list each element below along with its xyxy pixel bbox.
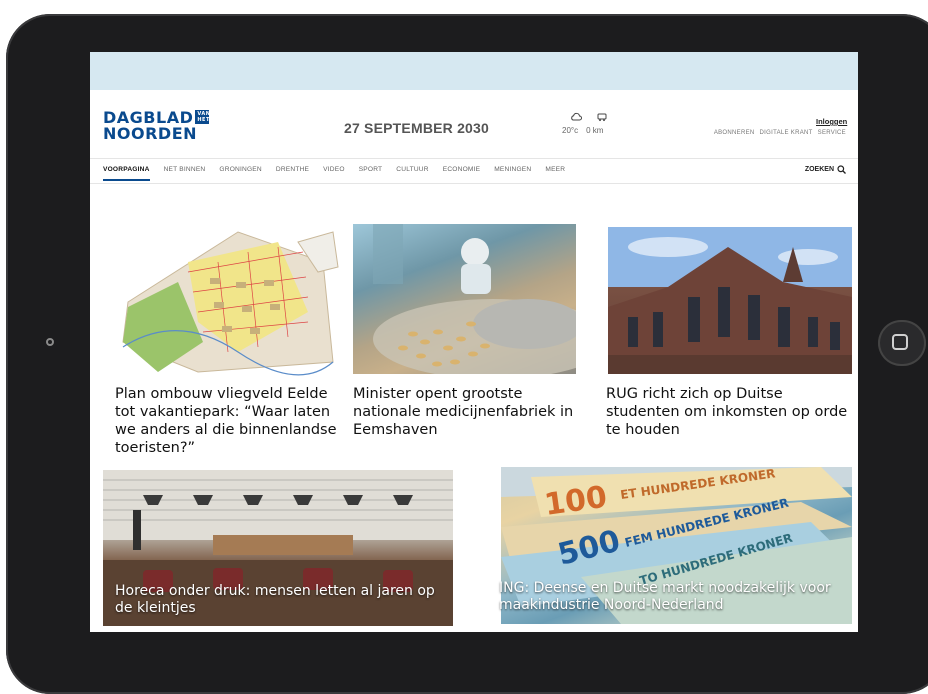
home-square-icon — [892, 334, 908, 350]
main-nav: VOORPAGINA NET BINNEN GRONINGEN DRENTHE … — [90, 158, 858, 184]
nav-item-meningen[interactable]: MENINGEN — [494, 166, 531, 181]
nav-item-groningen[interactable]: GRONINGEN — [219, 166, 261, 181]
traffic-icon — [597, 113, 607, 122]
logo-line2: NOORDEN — [103, 124, 198, 143]
cloud-icon — [571, 112, 582, 121]
article-image-factory[interactable] — [353, 224, 576, 374]
ad-banner — [90, 52, 858, 90]
nav-item-video[interactable]: VIDEO — [323, 166, 345, 181]
masterplan-map — [122, 231, 339, 376]
article-title-2[interactable]: Minister opent grootste nationale medici… — [353, 385, 583, 439]
factory-scene — [373, 224, 576, 374]
weather-rain: 0 km — [586, 126, 604, 135]
nav-item-economie[interactable]: ECONOMIE — [443, 166, 481, 181]
nav-item-cultuur[interactable]: CULTUUR — [396, 166, 428, 181]
account-links: ABONNEREN DIGITALE KRANT SERVICE — [714, 130, 846, 136]
search-icon — [837, 165, 846, 174]
article-title-5[interactable]: ING: Deense en Duitse markt noodzakelijk… — [499, 580, 844, 614]
camera-icon — [46, 338, 54, 346]
login-link[interactable]: Inloggen — [816, 117, 847, 126]
nav-item-sport[interactable]: SPORT — [359, 166, 383, 181]
nav-item-net-binnen[interactable]: NET BINNEN — [164, 166, 206, 181]
site-logo[interactable]: DAGBLAD VAN HET NOORDEN — [103, 110, 211, 143]
university-building — [608, 227, 852, 374]
logo-badge: VAN HET — [195, 110, 211, 124]
nav-item-meer[interactable]: MEER — [545, 166, 565, 181]
article-image-university[interactable] — [608, 227, 852, 374]
article-title-4[interactable]: Horeca onder druk: mensen letten al jare… — [115, 583, 450, 617]
note-100-number: 100 — [542, 480, 609, 523]
header-date: 27 SEPTEMBER 2030 — [344, 120, 490, 136]
nav-item-voorpagina[interactable]: VOORPAGINA — [103, 166, 150, 181]
search-button[interactable]: ZOEKEN — [805, 165, 846, 174]
weather-temp: 20°c — [562, 126, 579, 135]
screen: DAGBLAD VAN HET NOORDEN 27 SEPTEMBER 2030… — [90, 52, 858, 632]
article-title-1[interactable]: Plan ombouw vliegveld Eelde tot vakantie… — [115, 385, 345, 457]
article-title-3[interactable]: RUG richt zich op Duitse studenten om in… — [606, 385, 851, 439]
service-link[interactable]: SERVICE — [818, 130, 846, 136]
weather-widget: 20°c 0 km — [562, 112, 622, 146]
subscribe-link[interactable]: ABONNEREN — [714, 130, 755, 136]
digital-paper-link[interactable]: DIGITALE KRANT — [760, 130, 813, 136]
search-label: ZOEKEN — [804, 166, 834, 173]
nav-item-drenthe[interactable]: DRENTHE — [276, 166, 309, 181]
article-image-masterplan[interactable] — [118, 222, 340, 378]
